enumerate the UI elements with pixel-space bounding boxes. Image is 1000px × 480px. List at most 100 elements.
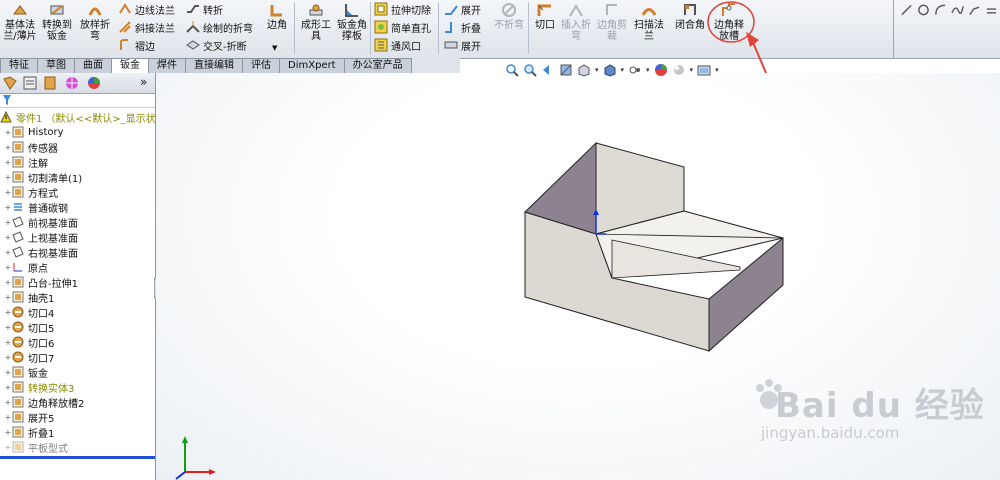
scene-dropdown-icon[interactable]: ▾ (690, 66, 694, 74)
rollback-bar[interactable] (0, 456, 155, 459)
expand-toggle[interactable]: + (4, 218, 12, 227)
tree-item[interactable]: + History (4, 125, 64, 139)
tab-4[interactable]: 焊件 (148, 58, 186, 73)
tab-0[interactable]: 特征 (0, 58, 38, 73)
cross-break-button[interactable]: 交叉-折断 (186, 37, 247, 53)
tree-item[interactable]: + 展开5 (4, 410, 54, 425)
fold-button[interactable]: 折叠 (444, 19, 481, 35)
corner-button[interactable]: 边角 (265, 2, 289, 31)
tree-item[interactable]: + 抽壳1 (4, 290, 54, 305)
jog-button[interactable]: 转折 (186, 1, 223, 17)
tree-item[interactable]: + 钣金 (4, 365, 48, 380)
corner-relief-button[interactable]: 边角释 放槽 (710, 2, 748, 42)
vent-button[interactable]: 通风口 (374, 37, 421, 53)
offset-icon[interactable] (985, 3, 998, 17)
zoom-to-fit-icon[interactable] (505, 63, 519, 77)
tab-3[interactable]: 钣金 (111, 58, 149, 74)
tree-item[interactable]: + 右视基准面 (4, 245, 78, 260)
panel-expand-icon[interactable]: » (140, 75, 147, 89)
hem-button[interactable]: 褶边 (118, 37, 155, 53)
sketched-bend-button[interactable]: 绘制的折弯 (186, 19, 253, 35)
view-settings-icon[interactable] (697, 63, 711, 77)
tree-item[interactable]: + 前视基准面 (4, 215, 78, 230)
tab-7[interactable]: DimXpert (279, 58, 345, 73)
insert-bends-button[interactable]: 插入折 弯 (560, 2, 592, 42)
closed-corner-button[interactable]: 闭合角 (672, 2, 708, 31)
extruded-cut-button[interactable]: 拉伸切除 (374, 1, 431, 17)
expand-toggle[interactable]: + (4, 308, 12, 317)
zoom-to-area-icon[interactable] (523, 63, 537, 77)
expand-toggle[interactable]: + (4, 398, 12, 407)
tab-5[interactable]: 直接编辑 (185, 58, 243, 73)
spline-icon[interactable] (951, 3, 964, 17)
tree-item-part-root[interactable]: 零件1 （默认<<默认>_显示状 (0, 110, 156, 125)
corner-dropdown-arrow[interactable]: ▼ (272, 44, 277, 52)
tab-8[interactable]: 办公室产品 (343, 58, 412, 73)
tree-item[interactable]: + 普通碳钢 (4, 200, 68, 215)
trim-icon[interactable] (968, 3, 981, 17)
expand-toggle[interactable]: + (4, 383, 12, 392)
tree-item[interactable]: + 平板型式 (4, 440, 68, 455)
filter-bar[interactable] (0, 94, 155, 108)
expand-toggle[interactable]: + (4, 413, 12, 422)
expand-toggle[interactable]: + (4, 233, 12, 242)
hide-show-dropdown-icon[interactable]: ▾ (646, 66, 650, 74)
tree-item[interactable]: + 注解 (4, 155, 48, 170)
display-manager-tab-icon[interactable] (86, 75, 102, 91)
view-orientation-icon[interactable] (577, 63, 591, 77)
expand-toggle[interactable]: + (4, 263, 12, 272)
rip-button[interactable]: 切口 (532, 2, 558, 31)
expand-toggle[interactable]: + (4, 248, 12, 257)
swept-flange-button[interactable]: 扫描法 兰 (632, 2, 666, 42)
base-flange-button[interactable]: 基体法 兰/薄片 (2, 2, 38, 42)
view-orientation-dropdown-icon[interactable]: ▾ (595, 66, 599, 74)
tree-item[interactable]: + 切口5 (4, 320, 54, 335)
tab-6[interactable]: 评估 (242, 58, 280, 73)
tab-2[interactable]: 曲面 (74, 58, 112, 73)
unfold-button[interactable]: 展开 (444, 1, 481, 17)
line-icon[interactable] (900, 3, 913, 17)
expand-toggle[interactable]: + (4, 338, 12, 347)
flatten-button[interactable]: 展开 (444, 37, 481, 53)
tree-item[interactable]: + 凸台-拉伸1 (4, 275, 78, 290)
tree-item[interactable]: + 原点 (4, 260, 48, 275)
expand-toggle[interactable]: + (4, 293, 12, 302)
tree-item[interactable]: + 边角释放槽2 (4, 395, 84, 410)
tree-item[interactable]: + 上视基准面 (4, 230, 78, 245)
tree-item[interactable]: + 折叠1 (4, 425, 54, 440)
property-manager-tab-icon[interactable] (22, 75, 38, 91)
edit-appearance-icon[interactable] (654, 63, 668, 77)
expand-toggle[interactable]: + (4, 143, 12, 152)
feature-manager-tab-icon[interactable] (2, 75, 18, 91)
no-bends-button[interactable]: 不折弯 (494, 2, 524, 31)
configuration-manager-tab-icon[interactable] (42, 75, 58, 91)
convert-to-sheetmetal-button[interactable]: 转换到 钣金 (40, 2, 74, 42)
tab-1[interactable]: 草图 (37, 58, 75, 73)
tree-item[interactable]: + 切口6 (4, 335, 54, 350)
view-settings-dropdown-icon[interactable]: ▾ (715, 66, 719, 74)
display-style-dropdown-icon[interactable]: ▾ (621, 66, 625, 74)
circle-icon[interactable] (917, 3, 930, 17)
previous-view-icon[interactable] (541, 63, 555, 77)
expand-toggle[interactable]: + (4, 428, 12, 437)
expand-toggle[interactable]: + (4, 158, 12, 167)
dimxpert-manager-tab-icon[interactable] (64, 75, 80, 91)
hide-show-items-icon[interactable] (628, 63, 642, 77)
gusset-button[interactable]: 钣金角 撑板 (334, 2, 370, 42)
arc-icon[interactable] (934, 3, 947, 17)
tree-item[interactable]: + 切口4 (4, 305, 54, 320)
tree-item[interactable]: + 切口7 (4, 350, 54, 365)
tree-item[interactable]: + 转换实体3 (4, 380, 74, 395)
expand-toggle[interactable]: + (4, 188, 12, 197)
expand-toggle[interactable]: + (4, 353, 12, 362)
expand-toggle[interactable]: + (4, 173, 12, 182)
expand-toggle[interactable]: + (4, 203, 12, 212)
forming-tool-button[interactable]: 成形工 具 (298, 2, 334, 42)
expand-toggle[interactable]: + (4, 128, 12, 137)
simple-hole-button[interactable]: 简单直孔 (374, 19, 431, 35)
section-view-icon[interactable] (559, 63, 573, 77)
tree-item[interactable]: + 方程式 (4, 185, 58, 200)
edge-flange-button[interactable]: 边线法兰 (118, 1, 175, 17)
lofted-bend-button[interactable]: 放样折 弯 (78, 2, 112, 42)
expand-toggle[interactable]: + (4, 278, 12, 287)
